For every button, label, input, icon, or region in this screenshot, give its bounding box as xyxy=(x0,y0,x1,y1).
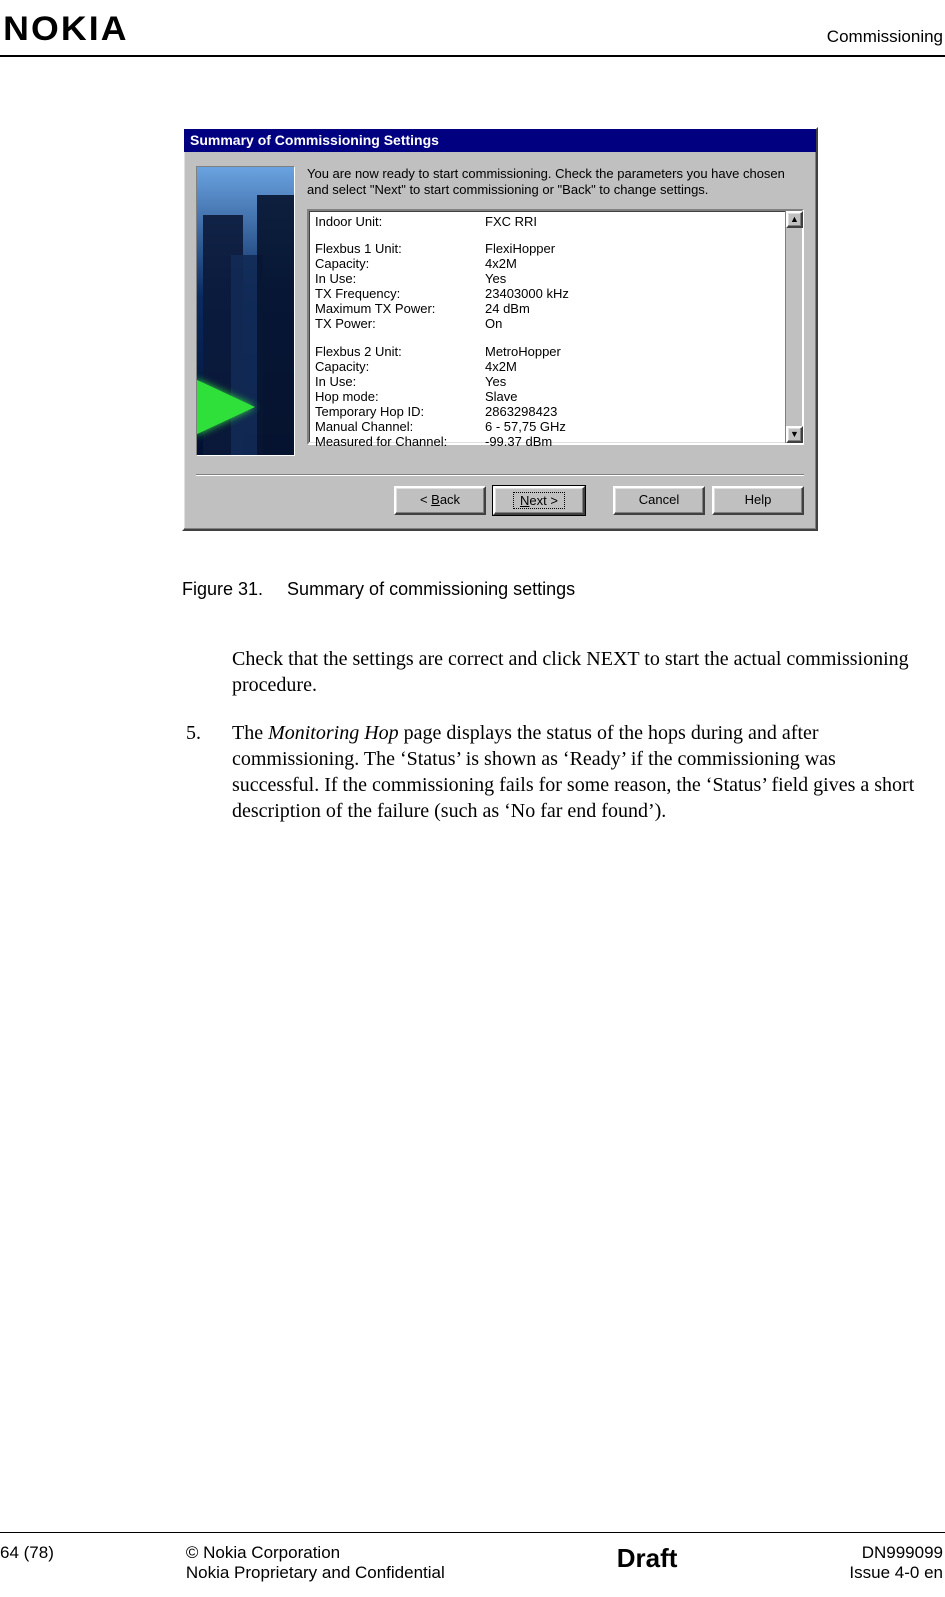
list-item-key: Capacity: xyxy=(315,360,485,375)
settings-list: Indoor Unit:FXC RRIFlexbus 1 Unit:FlexiH… xyxy=(309,211,785,443)
list-item: In Use:Yes xyxy=(315,272,779,287)
page-footer: 64 (78) © Nokia Corporation Nokia Propri… xyxy=(0,1543,945,1583)
scroll-up-button[interactable]: ▲ xyxy=(786,211,803,228)
footer-rule xyxy=(0,1532,945,1533)
list-item: TX Power:On xyxy=(315,317,779,332)
dialog-titlebar: Summary of Commissioning Settings xyxy=(184,129,816,152)
screenshot-figure: Summary of Commissioning Settings You ar… xyxy=(182,127,818,531)
list-item: TX Frequency:23403000 kHz xyxy=(315,287,779,302)
green-arrow-icon xyxy=(196,379,255,435)
wizard-sidebar-image xyxy=(196,166,295,456)
content-area: Summary of Commissioning Settings You ar… xyxy=(0,57,945,824)
list-item: Maximum TX Power:24 dBm xyxy=(315,302,779,317)
list-item-key: Measured for Channel: xyxy=(315,435,485,450)
list-item-value: 6 - 57,75 GHz xyxy=(485,420,779,435)
step-5: 5. The Monitoring Hop page displays the … xyxy=(186,720,921,824)
list-item-key: Hop mode: xyxy=(315,390,485,405)
dialog-body: You are now ready to start commissioning… xyxy=(184,152,816,466)
footer-draft-stamp: Draft xyxy=(577,1543,718,1574)
list-item: Capacity:4x2M xyxy=(315,257,779,272)
list-item: Manual Channel:6 - 57,75 GHz xyxy=(315,420,779,435)
list-item-value: MetroHopper xyxy=(485,345,779,360)
list-item-key: TX Frequency: xyxy=(315,287,485,302)
list-item-key: Capacity: xyxy=(315,257,485,272)
list-item-key: Indoor Unit: xyxy=(315,215,485,230)
list-item: Capacity:4x2M xyxy=(315,360,779,375)
footer-page-number: 64 (78) xyxy=(0,1543,54,1563)
list-item: Hop mode:Slave xyxy=(315,390,779,405)
scroll-down-button[interactable]: ▼ xyxy=(786,426,803,443)
list-item-value: 2863298423 xyxy=(485,405,779,420)
settings-listbox[interactable]: Indoor Unit:FXC RRIFlexbus 1 Unit:FlexiH… xyxy=(307,209,804,445)
list-item: Temporary Hop ID:2863298423 xyxy=(315,405,779,420)
list-item-value: On xyxy=(485,317,779,332)
next-button[interactable]: Next > xyxy=(493,486,585,515)
step-text: The Monitoring Hop page displays the sta… xyxy=(232,720,921,824)
back-button[interactable]: < Back xyxy=(394,486,486,515)
list-item-value: 4x2M xyxy=(485,257,779,272)
list-item-value: -99.37 dBm xyxy=(485,435,779,450)
footer-doc-number: DN999099 xyxy=(849,1543,943,1563)
step-number: 5. xyxy=(186,720,232,824)
list-item-key: In Use: xyxy=(315,375,485,390)
list-item-value: Slave xyxy=(485,390,779,405)
figure-caption-text: Summary of commissioning settings xyxy=(287,579,575,599)
dialog-right-column: You are now ready to start commissioning… xyxy=(307,166,804,456)
list-item-value: Yes xyxy=(485,375,779,390)
list-item-key: Maximum TX Power: xyxy=(315,302,485,317)
list-item-value: 24 dBm xyxy=(485,302,779,317)
list-item: Measured for Channel:-99.37 dBm xyxy=(315,435,779,450)
list-item-key: Flexbus 1 Unit: xyxy=(315,242,485,257)
dialog-button-row: < Back Next > Cancel Help xyxy=(184,476,816,529)
nokia-logo: NOKIA xyxy=(0,10,129,49)
commissioning-dialog: Summary of Commissioning Settings You ar… xyxy=(182,127,818,531)
list-item-value: Yes xyxy=(485,272,779,287)
section-name: Commissioning xyxy=(827,27,945,49)
list-item-value: 23403000 kHz xyxy=(485,287,779,302)
list-item-key: TX Power: xyxy=(315,317,485,332)
list-item-key: Temporary Hop ID: xyxy=(315,405,485,420)
footer-right: DN999099 Issue 4-0 en xyxy=(849,1543,943,1583)
list-item-key: In Use: xyxy=(315,272,485,287)
list-item: Flexbus 2 Unit:MetroHopper xyxy=(315,345,779,360)
list-item: Flexbus 1 Unit:FlexiHopper xyxy=(315,242,779,257)
footer-issue: Issue 4-0 en xyxy=(849,1563,943,1583)
figure-caption: Figure 31. Summary of commissioning setti… xyxy=(182,579,945,600)
listbox-scrollbar[interactable]: ▲ ▼ xyxy=(785,211,802,443)
footer-copyright: © Nokia Corporation xyxy=(186,1543,445,1563)
list-item-key: Flexbus 2 Unit: xyxy=(315,345,485,360)
list-item-key: Manual Channel: xyxy=(315,420,485,435)
footer-mid: © Nokia Corporation Nokia Proprietary an… xyxy=(186,1543,445,1583)
list-item-value: 4x2M xyxy=(485,360,779,375)
list-item-value: FlexiHopper xyxy=(485,242,779,257)
help-button[interactable]: Help xyxy=(712,486,804,515)
footer-confidential: Nokia Proprietary and Confidential xyxy=(186,1563,445,1583)
page-header: NOKIA Commissioning xyxy=(0,0,945,55)
cancel-button[interactable]: Cancel xyxy=(613,486,705,515)
list-item-value: FXC RRI xyxy=(485,215,779,230)
list-item: In Use:Yes xyxy=(315,375,779,390)
dialog-instruction: You are now ready to start commissioning… xyxy=(307,166,804,199)
check-instruction-paragraph: Check that the settings are correct and … xyxy=(232,646,921,698)
figure-number: Figure 31. xyxy=(182,579,263,599)
list-item: Indoor Unit:FXC RRI xyxy=(315,215,779,230)
